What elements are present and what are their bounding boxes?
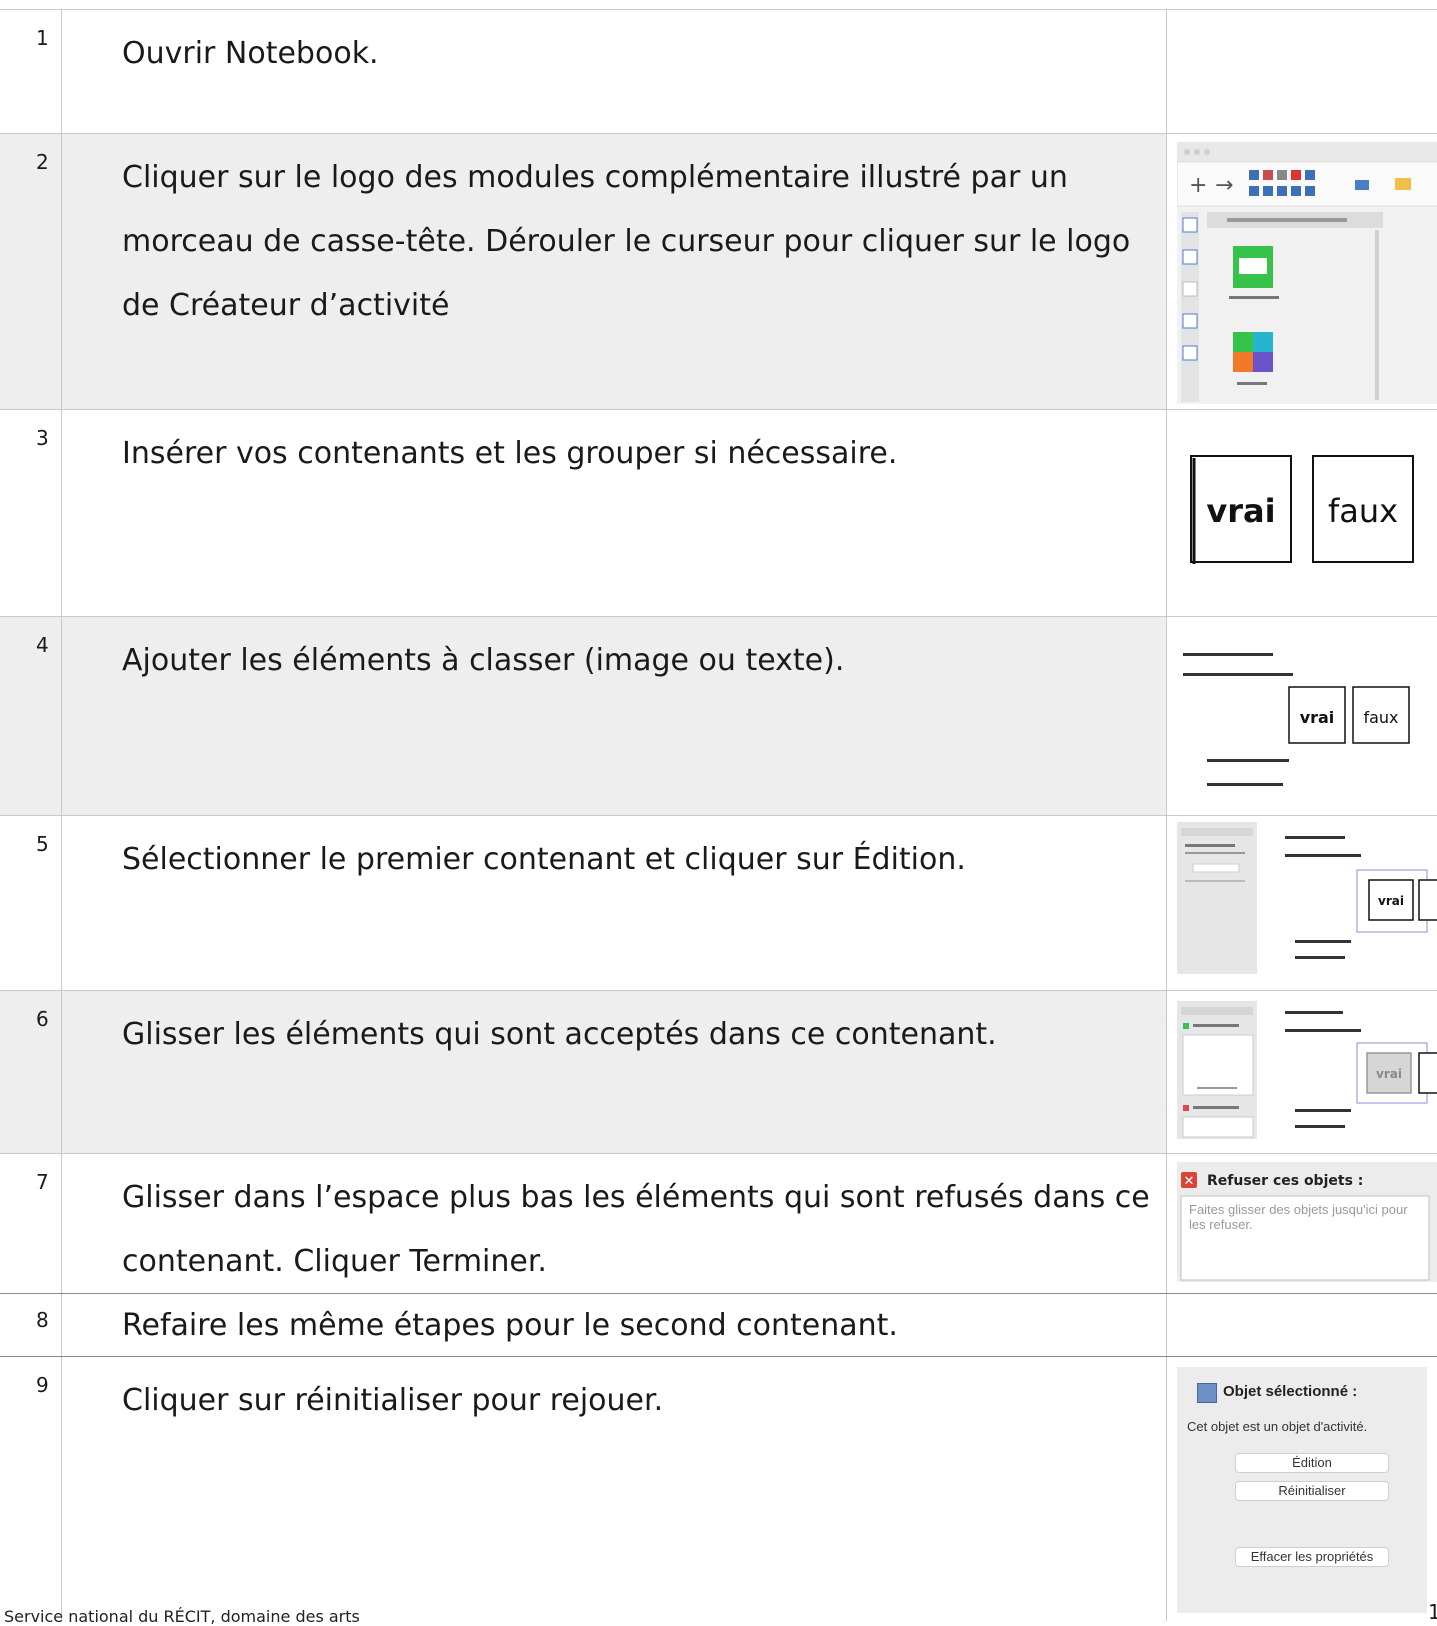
edit-button[interactable]: Édition — [1235, 1453, 1389, 1473]
reset-button[interactable]: Réinitialiser — [1235, 1481, 1389, 1501]
step-text-cell: Ajouter les éléments à classer (image ou… — [62, 617, 1167, 815]
step-row-7: 7 Glisser dans l’espace plus bas les élé… — [0, 1154, 1437, 1293]
step-text-cell: Glisser dans l’espace plus bas les éléme… — [62, 1154, 1167, 1293]
step-number: 1 — [36, 26, 49, 50]
step-number: 4 — [36, 633, 49, 657]
step-image-cell: + → — [1167, 134, 1437, 409]
step-number-cell: 5 — [0, 816, 62, 990]
step-image-cell: vrai — [1167, 991, 1437, 1153]
step-number: 9 — [36, 1373, 49, 1397]
step-number: 7 — [36, 1170, 49, 1194]
step-text: Glisser dans l’espace plus bas les éléme… — [122, 1180, 1150, 1279]
step-number-cell: 4 — [0, 617, 62, 815]
footer-text: Service national du RÉCIT, domaine des a… — [4, 1607, 360, 1626]
step-text-cell: Ouvrir Notebook. — [62, 10, 1167, 133]
step-image-cell: ✕ Refuser ces objets : Faites glisser de… — [1167, 1154, 1437, 1293]
containers-drawing: vrai faux — [1190, 455, 1414, 564]
step-row-9: 9 Cliquer sur réinitialiser pour rejouer… — [0, 1357, 1437, 1621]
step-number-cell: 3 — [0, 410, 62, 616]
step-image-cell: vrai faux — [1167, 410, 1437, 616]
selected-panel-description: Cet objet est un objet d'activité. — [1187, 1419, 1368, 1434]
page-number: 1 — [1428, 1600, 1437, 1624]
step-row-6: 6 Glisser les éléments qui sont acceptés… — [0, 991, 1437, 1153]
containers-illustration: vrai faux — [1177, 450, 1427, 570]
step-text: Sélectionner le premier contenant et cli… — [122, 842, 966, 877]
step-number: 3 — [36, 426, 49, 450]
step-text-cell: Cliquer sur réinitialiser pour rejouer. — [62, 1357, 1167, 1621]
svg-text:+: + — [1189, 173, 1207, 198]
step-number: 8 — [36, 1308, 49, 1332]
container-label-vrai: vrai — [1376, 1067, 1402, 1081]
step-number: 5 — [36, 832, 49, 856]
step-number-cell: 9 — [0, 1357, 62, 1621]
step-text: Refaire les même étapes pour le second c… — [122, 1308, 898, 1343]
step-image-cell — [1167, 10, 1437, 133]
step-row-5: 5 Sélectionner le premier contenant et c… — [0, 816, 1437, 990]
step-row-8: 8 Refaire les même étapes pour le second… — [0, 1294, 1437, 1356]
step-text: Cliquer sur le logo des modules compléme… — [122, 160, 1131, 323]
activity-object-icon — [1197, 1383, 1217, 1403]
step-number-cell: 2 — [0, 134, 62, 409]
container-label-vrai: vrai — [1300, 708, 1335, 727]
step-row-4: 4 Ajouter les éléments à classer (image … — [0, 617, 1437, 815]
svg-text:✕: ✕ — [1184, 1174, 1195, 1189]
edit-container-drawing: vrai — [1177, 822, 1437, 974]
step-number-cell: 6 — [0, 991, 62, 1153]
step-text: Ajouter les éléments à classer (image ou… — [122, 643, 845, 678]
refuse-panel-screenshot: ✕ Refuser ces objets : Faites glisser de… — [1177, 1162, 1437, 1282]
step-image-cell: vrai faux — [1167, 617, 1437, 815]
step-text-cell: Glisser les éléments qui sont acceptés d… — [62, 991, 1167, 1153]
step-text: Insérer vos contenants et les grouper si… — [122, 436, 898, 471]
container-label-vrai: vrai — [1378, 894, 1404, 908]
edit-container-screenshot: vrai — [1177, 822, 1437, 974]
clear-properties-button[interactable]: Effacer les propriétés — [1235, 1547, 1389, 1567]
step-number-cell: 7 — [0, 1154, 62, 1293]
step-text-cell: Insérer vos contenants et les grouper si… — [62, 410, 1167, 616]
step-row-1: 1 Ouvrir Notebook. — [0, 10, 1437, 133]
notebook-addons-screenshot: + → — [1177, 142, 1437, 404]
step-text: Glisser les éléments qui sont acceptés d… — [122, 1017, 997, 1052]
step-text: Cliquer sur réinitialiser pour rejouer. — [122, 1383, 664, 1418]
step-row-2: 2 Cliquer sur le logo des modules complé… — [0, 134, 1437, 409]
step-number-cell: 8 — [0, 1294, 62, 1356]
step-text-cell: Sélectionner le premier contenant et cli… — [62, 816, 1167, 990]
container-label-faux: faux — [1328, 492, 1398, 530]
step-text: Ouvrir Notebook. — [122, 36, 379, 71]
refuse-panel-title: Refuser ces objets : — [1207, 1173, 1363, 1189]
step-text-cell: Refaire les même étapes pour le second c… — [62, 1294, 1167, 1356]
step-image-cell — [1167, 1294, 1437, 1356]
selected-object-panel-screenshot: Objet sélectionné : Cet objet est un obj… — [1177, 1367, 1427, 1613]
container-label-faux: faux — [1363, 708, 1398, 727]
elements-drawing: vrai faux — [1183, 653, 1410, 786]
accept-elements-drawing: vrai — [1177, 1001, 1437, 1139]
step-number: 6 — [36, 1007, 49, 1031]
step-row-3: 3 Insérer vos contenants et les grouper … — [0, 410, 1437, 616]
container-label-vrai: vrai — [1206, 492, 1275, 530]
refuse-panel-hint: Faites glisser des objets jusqu'ici pour… — [1189, 1202, 1408, 1232]
step-text-cell: Cliquer sur le logo des modules compléme… — [62, 134, 1167, 409]
step-image-cell: vrai — [1167, 816, 1437, 990]
step-number-cell: 1 — [0, 10, 62, 133]
step-image-cell: Objet sélectionné : Cet objet est un obj… — [1167, 1357, 1437, 1621]
accept-elements-screenshot: vrai — [1177, 1001, 1437, 1139]
step-number: 2 — [36, 150, 49, 174]
selected-panel-title: Objet sélectionné : — [1223, 1383, 1358, 1400]
elements-illustration: vrai faux — [1177, 629, 1427, 797]
notebook-toolbar-illustration: + → — [1177, 142, 1437, 404]
svg-text:→: → — [1215, 173, 1233, 198]
